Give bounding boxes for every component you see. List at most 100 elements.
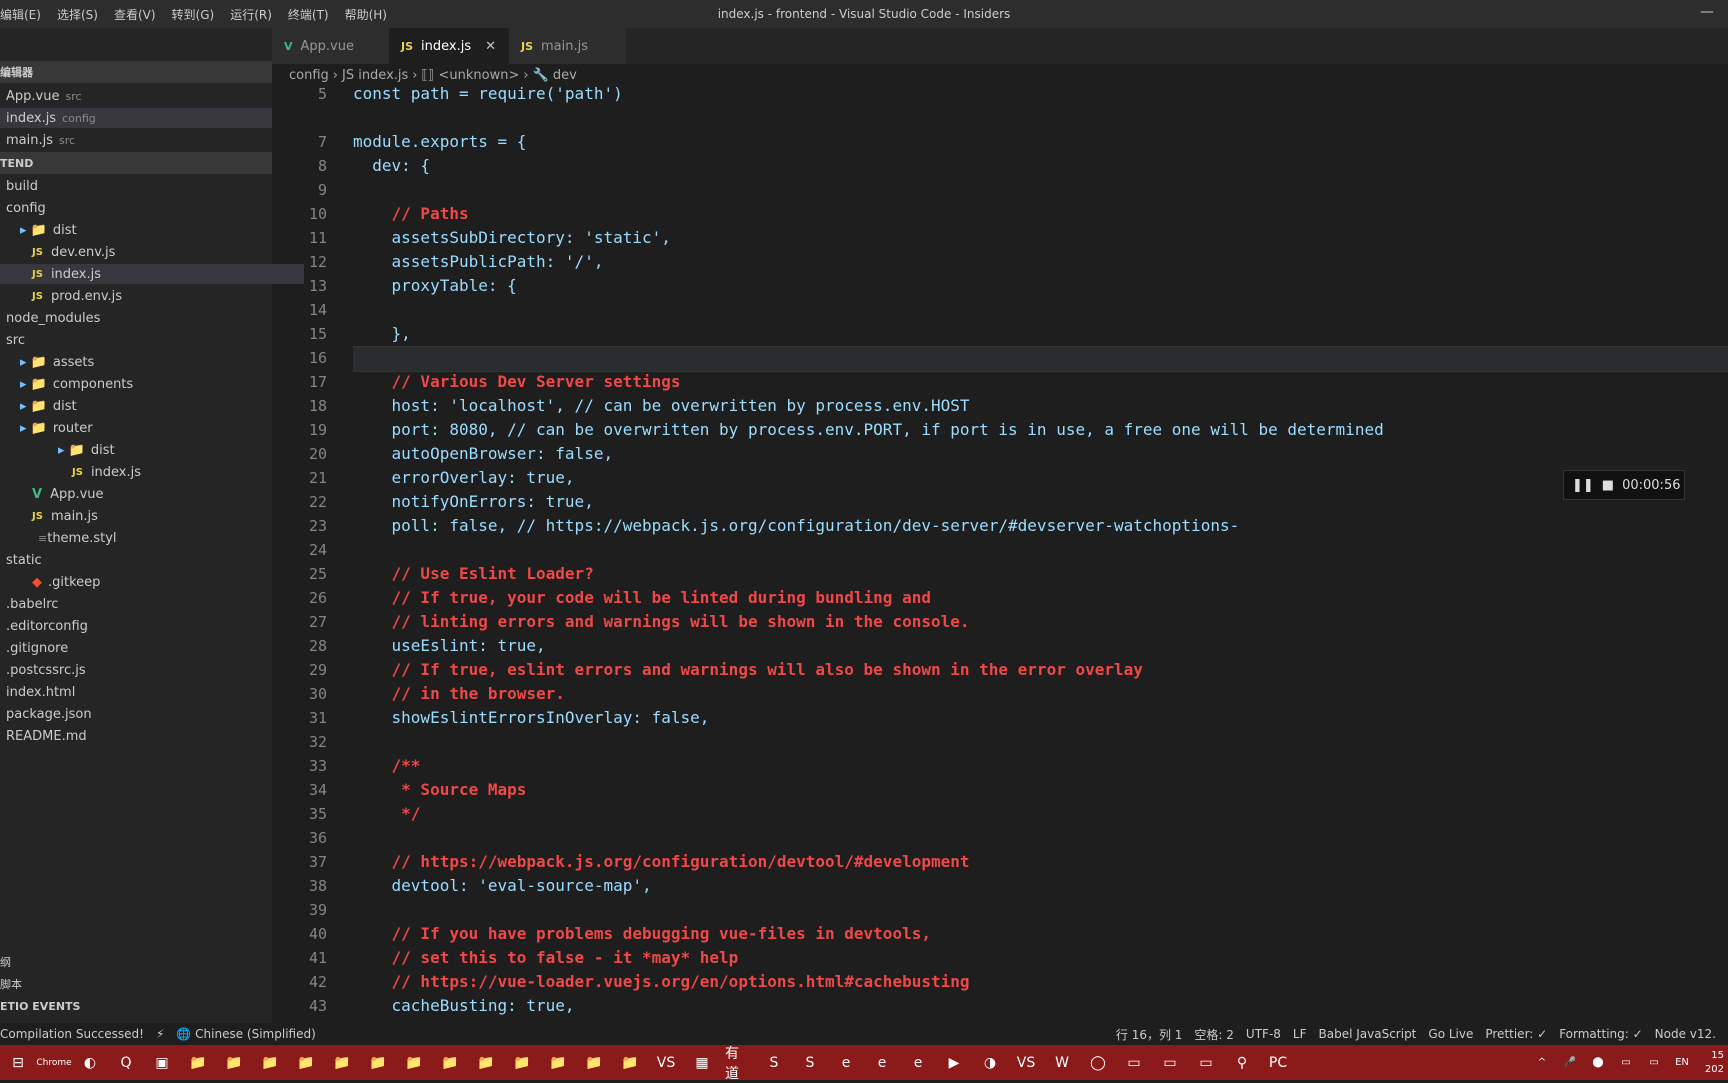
tree-item[interactable]: ▸ 📁 dist <box>0 220 292 240</box>
taskbar-app-icon[interactable]: ▭ <box>1121 1051 1147 1075</box>
project-header[interactable]: TEND <box>0 152 272 174</box>
tray-icon[interactable]: EN <box>1673 1051 1691 1075</box>
taskbar-app-icon[interactable]: VS <box>1013 1051 1039 1075</box>
taskbar-app-icon[interactable]: S <box>797 1051 823 1075</box>
taskbar-app-icon[interactable]: 有道 <box>725 1046 751 1082</box>
go-live-button[interactable]: Go Live <box>1428 1027 1473 1041</box>
tree-item[interactable]: README.md <box>0 726 278 746</box>
minimize-button[interactable]: — <box>1700 4 1714 20</box>
tray-icon[interactable]: ⬤ <box>1589 1051 1607 1075</box>
tray-icon[interactable]: ^ <box>1533 1051 1551 1075</box>
tree-item[interactable]: node_modules <box>0 308 278 328</box>
outline-section[interactable]: 纲 <box>0 952 272 972</box>
node-version[interactable]: Node v12. <box>1655 1027 1716 1041</box>
taskbar-app-icon[interactable]: 📁 <box>185 1051 211 1075</box>
taskbar-app-icon[interactable]: 📁 <box>617 1051 643 1075</box>
taskbar-app-icon[interactable]: VS <box>653 1051 679 1075</box>
open-editors-header[interactable]: 编辑器 <box>0 61 272 83</box>
open-editor-app-vue[interactable]: App.vue src <box>0 86 272 106</box>
breadcrumb-dev[interactable]: 🔧 dev <box>533 68 577 83</box>
formatting-status[interactable]: Formatting: ✓ <box>1559 1027 1642 1041</box>
tab-index-js[interactable]: JS index.js ✕ <box>389 28 509 64</box>
tree-item[interactable]: .editorconfig <box>0 616 278 636</box>
taskbar-app-icon[interactable]: 📁 <box>509 1051 535 1075</box>
taskbar-app-icon[interactable]: Chrome <box>36 1051 71 1075</box>
tab-main-js[interactable]: JS main.js <box>509 28 626 64</box>
breadcrumb-file[interactable]: JS index.js <box>342 68 408 83</box>
tree-item[interactable]: ▸ 📁 dist <box>0 396 292 416</box>
taskbar-app-icon[interactable]: ▶ <box>941 1051 967 1075</box>
tree-item[interactable]: package.json <box>0 704 278 724</box>
tree-item[interactable]: .babelrc <box>0 594 278 614</box>
tree-item[interactable]: JS dev.env.js <box>0 242 304 262</box>
clock[interactable]: 15 202 <box>1696 1049 1728 1077</box>
tree-item[interactable]: ◆ .gitkeep <box>0 572 304 592</box>
cursor-position[interactable]: 行 16，列 1 <box>1116 1026 1183 1043</box>
open-editor-main-js[interactable]: main.js src <box>0 130 272 150</box>
taskbar-app-icon[interactable]: e <box>869 1051 895 1075</box>
tree-item[interactable]: static <box>0 550 278 570</box>
taskbar-app-icon[interactable]: ▦ <box>689 1051 715 1075</box>
tray-icon[interactable]: ▭ <box>1645 1051 1663 1075</box>
tree-item[interactable]: .postcssrc.js <box>0 660 278 680</box>
language-pack[interactable]: 🌐 Chinese (Simplified) <box>176 1027 315 1041</box>
stop-icon[interactable]: ■ <box>1602 478 1614 493</box>
taskbar-app-icon[interactable]: ▭ <box>1157 1051 1183 1075</box>
breadcrumb-config[interactable]: config <box>289 68 329 83</box>
tree-item[interactable]: JS index.js <box>0 264 304 284</box>
tree-item[interactable]: index.html <box>0 682 278 702</box>
language-mode[interactable]: Babel JavaScript <box>1319 1027 1417 1041</box>
events-section[interactable]: ETIO EVENTS <box>0 996 272 1016</box>
taskbar-app-icon[interactable]: 📁 <box>581 1051 607 1075</box>
compilation-status[interactable]: Compilation Successed! <box>0 1027 144 1041</box>
tree-item[interactable]: ▸ 📁 components <box>0 374 292 394</box>
tree-item[interactable]: ▸ 📁 assets <box>0 352 292 372</box>
taskbar-app-icon[interactable]: 📁 <box>473 1051 499 1075</box>
taskbar-app-icon[interactable]: 📁 <box>329 1051 355 1075</box>
taskbar-app-icon[interactable]: ◐ <box>77 1051 103 1075</box>
pause-icon[interactable]: ❚❚ <box>1572 478 1594 493</box>
taskbar-app-icon[interactable]: 📁 <box>437 1051 463 1075</box>
taskbar-app-icon[interactable]: e <box>833 1051 859 1075</box>
taskbar-app-icon[interactable]: ▭ <box>1193 1051 1219 1075</box>
taskbar-app-icon[interactable]: S <box>761 1051 787 1075</box>
line-ending[interactable]: LF <box>1293 1027 1307 1041</box>
taskbar-app-icon[interactable]: ◑ <box>977 1051 1003 1075</box>
start-icon[interactable]: ⊟ <box>5 1051 31 1075</box>
tree-item[interactable]: JS main.js <box>0 506 304 526</box>
tree-item[interactable]: build <box>0 176 278 196</box>
taskbar-app-icon[interactable]: ▣ <box>149 1051 175 1075</box>
open-editor-index-js[interactable]: index.js config <box>0 108 272 128</box>
tree-item[interactable]: config <box>0 198 278 218</box>
tree-item[interactable]: V App.vue <box>0 484 304 504</box>
tree-item[interactable]: src <box>0 330 278 350</box>
taskbar-app-icon[interactable]: 📁 <box>221 1051 247 1075</box>
taskbar-app-icon[interactable]: e <box>905 1051 931 1075</box>
taskbar-app-icon[interactable]: W <box>1049 1051 1075 1075</box>
indentation[interactable]: 空格: 2 <box>1194 1026 1234 1043</box>
encoding[interactable]: UTF-8 <box>1246 1027 1281 1041</box>
prettier-status[interactable]: Prettier: ✓ <box>1485 1027 1547 1041</box>
taskbar-app-icon[interactable]: 📁 <box>293 1051 319 1075</box>
scripts-section[interactable]: 脚本 <box>0 974 272 994</box>
taskbar-app-icon[interactable]: 📁 <box>365 1051 391 1075</box>
taskbar-app-icon[interactable]: 📁 <box>401 1051 427 1075</box>
lightning-icon[interactable]: ⚡ <box>156 1027 164 1041</box>
taskbar-app-icon[interactable]: 📁 <box>545 1051 571 1075</box>
tree-item[interactable]: .gitignore <box>0 638 278 658</box>
taskbar-app-icon[interactable]: ◯ <box>1085 1051 1111 1075</box>
breadcrumb-symbol[interactable]: ⟦⟧ <unknown> <box>422 68 520 83</box>
taskbar-app-icon[interactable]: ⚲ <box>1229 1051 1255 1075</box>
tree-item[interactable]: JS prod.env.js <box>0 286 304 306</box>
taskbar-app-icon[interactable]: PC <box>1265 1051 1291 1075</box>
tray-icon[interactable]: ▭ <box>1617 1051 1635 1075</box>
file-icon: ≡ <box>38 531 48 545</box>
tab-app-vue[interactable]: V App.vue <box>272 28 389 64</box>
tree-item[interactable]: ▸ 📁 router <box>0 418 292 438</box>
code-editor[interactable]: const path = require('path') module.expor… <box>353 82 1728 1022</box>
tree-item[interactable]: ≡ theme.styl <box>0 528 304 548</box>
close-icon[interactable]: ✕ <box>485 39 496 54</box>
taskbar-app-icon[interactable]: Q <box>113 1051 139 1075</box>
tray-icon[interactable]: 🎤 <box>1561 1051 1579 1075</box>
taskbar-app-icon[interactable]: 📁 <box>257 1051 283 1075</box>
